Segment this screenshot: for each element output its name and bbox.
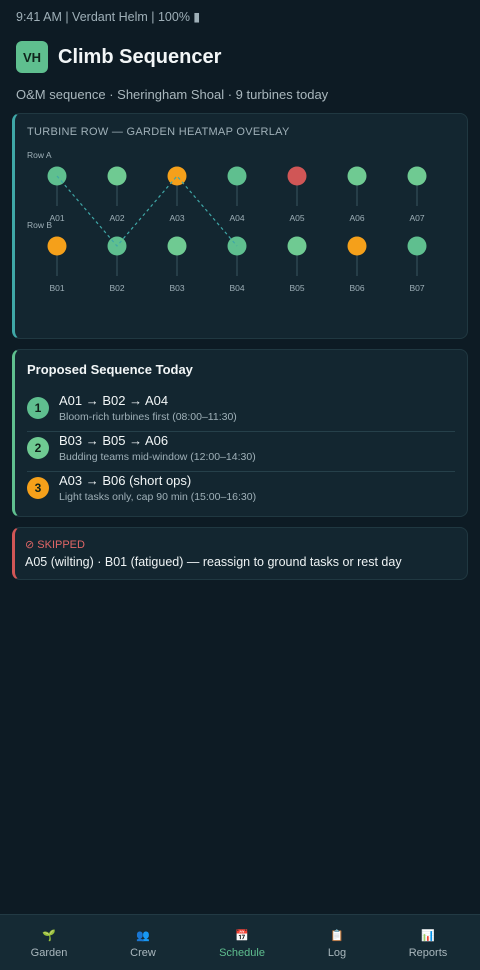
turbine-heatmap: Row AA01 A02 A03 A04 A05 A06 A07Row BB01 B02 B03…	[27, 150, 427, 293]
turbine-label: A02	[109, 213, 124, 223]
app-logo: VH	[16, 41, 48, 73]
turbine-label: A07	[409, 213, 424, 223]
skipped-label: ⊘ SKIPPED	[25, 539, 85, 551]
sequence-note: Budding teams mid-window (12:00–14:30)	[59, 451, 256, 463]
turbine-label: B02	[109, 283, 124, 293]
turbine-node-b01[interactable]	[47, 236, 67, 256]
turbine-label: B01	[49, 283, 64, 293]
turbine-label: B06	[349, 283, 364, 293]
calendar-icon: 📅	[235, 930, 249, 942]
sequence-item[interactable]: 3 A03 → B06 (short ops) Light tasks only…	[27, 472, 455, 512]
sequence-number-badge: 3	[27, 477, 49, 499]
sequence-card: Proposed Sequence Today 1 A01 → B02 → A0…	[12, 349, 468, 517]
sequence-route: A03 → B06 (short ops)	[59, 473, 192, 488]
sequence-note: Bloom-rich turbines first (08:00–11:30)	[59, 411, 237, 423]
turbine-node-b05[interactable]	[287, 236, 307, 256]
turbine-node-a06[interactable]	[347, 166, 367, 186]
row-label: Row B	[27, 220, 52, 230]
turbine-node-a03[interactable]	[167, 166, 187, 186]
turbine-label: B04	[229, 283, 244, 293]
clipboard-icon: 📋	[330, 930, 344, 942]
sequence-number-badge: 1	[27, 397, 49, 419]
nav-label: Log	[327, 947, 347, 959]
turbine-label: B03	[169, 283, 184, 293]
bottom-nav: 🌱 Garden 👥 Crew 📅 Schedule 📋 Log 📊 Repor…	[0, 914, 480, 970]
sequence-item[interactable]: 1 A01 → B02 → A04 Bloom-rich turbines fi…	[27, 392, 455, 432]
nav-label: Reports	[408, 947, 448, 959]
nav-item-garden[interactable]: 🌱 Garden	[9, 915, 89, 970]
nav-item-log[interactable]: 📋 Log	[297, 915, 377, 970]
people-icon: 👥	[136, 930, 150, 942]
nav-label: Schedule	[219, 947, 265, 959]
turbine-node-a07[interactable]	[407, 166, 427, 186]
skipped-text: A05 (wilting) · B01 (fatigued) — reassig…	[25, 555, 402, 569]
nav-item-reports[interactable]: 📊 Reports	[388, 915, 468, 970]
sequence-item[interactable]: 2 B03 → B05 → A06 Budding teams mid-wind…	[27, 432, 455, 472]
turbine-label: A05	[289, 213, 304, 223]
heatmap-card: TURBINE ROW — GARDEN HEATMAP OVERLAY Row…	[12, 113, 468, 339]
turbine-node-a05[interactable]	[287, 166, 307, 186]
turbine-label: A04	[229, 213, 244, 223]
turbine-node-b03[interactable]	[167, 236, 187, 256]
nav-label: Garden	[30, 947, 68, 959]
nav-label: Crew	[130, 947, 156, 959]
sequence-title: Proposed Sequence Today	[27, 362, 193, 377]
turbine-label: A06	[349, 213, 364, 223]
sprout-icon: 🌱	[42, 930, 56, 942]
app-header: VH Climb Sequencer	[16, 41, 221, 73]
turbine-label: A03	[169, 213, 184, 223]
status-bar: 9:41 AM | Verdant Helm | 100% ▮	[16, 10, 201, 24]
row-label: Row A	[27, 150, 52, 160]
turbine-label: B07	[409, 283, 424, 293]
sequence-route-line	[56, 175, 238, 247]
sequence-number-badge: 2	[27, 437, 49, 459]
turbine-node-b06[interactable]	[347, 236, 367, 256]
bar-chart-icon: 📊	[421, 930, 435, 942]
page-title: Climb Sequencer	[58, 45, 222, 68]
turbine-label: B05	[289, 283, 304, 293]
nav-item-schedule[interactable]: 📅 Schedule	[202, 915, 282, 970]
sequence-note: Light tasks only, cap 90 min (15:00–16:3…	[59, 491, 257, 503]
page-subtitle: O&M sequence · Sheringham Shoal · 9 turb…	[16, 87, 329, 102]
sequence-route: A01 → B02 → A04	[59, 393, 169, 408]
sequence-route: B03 → B05 → A06	[59, 433, 169, 448]
nav-item-crew[interactable]: 👥 Crew	[103, 915, 183, 970]
turbine-node-a04[interactable]	[227, 166, 247, 186]
turbine-node-a02[interactable]	[107, 166, 127, 186]
turbine-node-b07[interactable]	[407, 236, 427, 256]
skipped-card: ⊘ SKIPPED A05 (wilting) · B01 (fatigued)…	[12, 527, 468, 580]
